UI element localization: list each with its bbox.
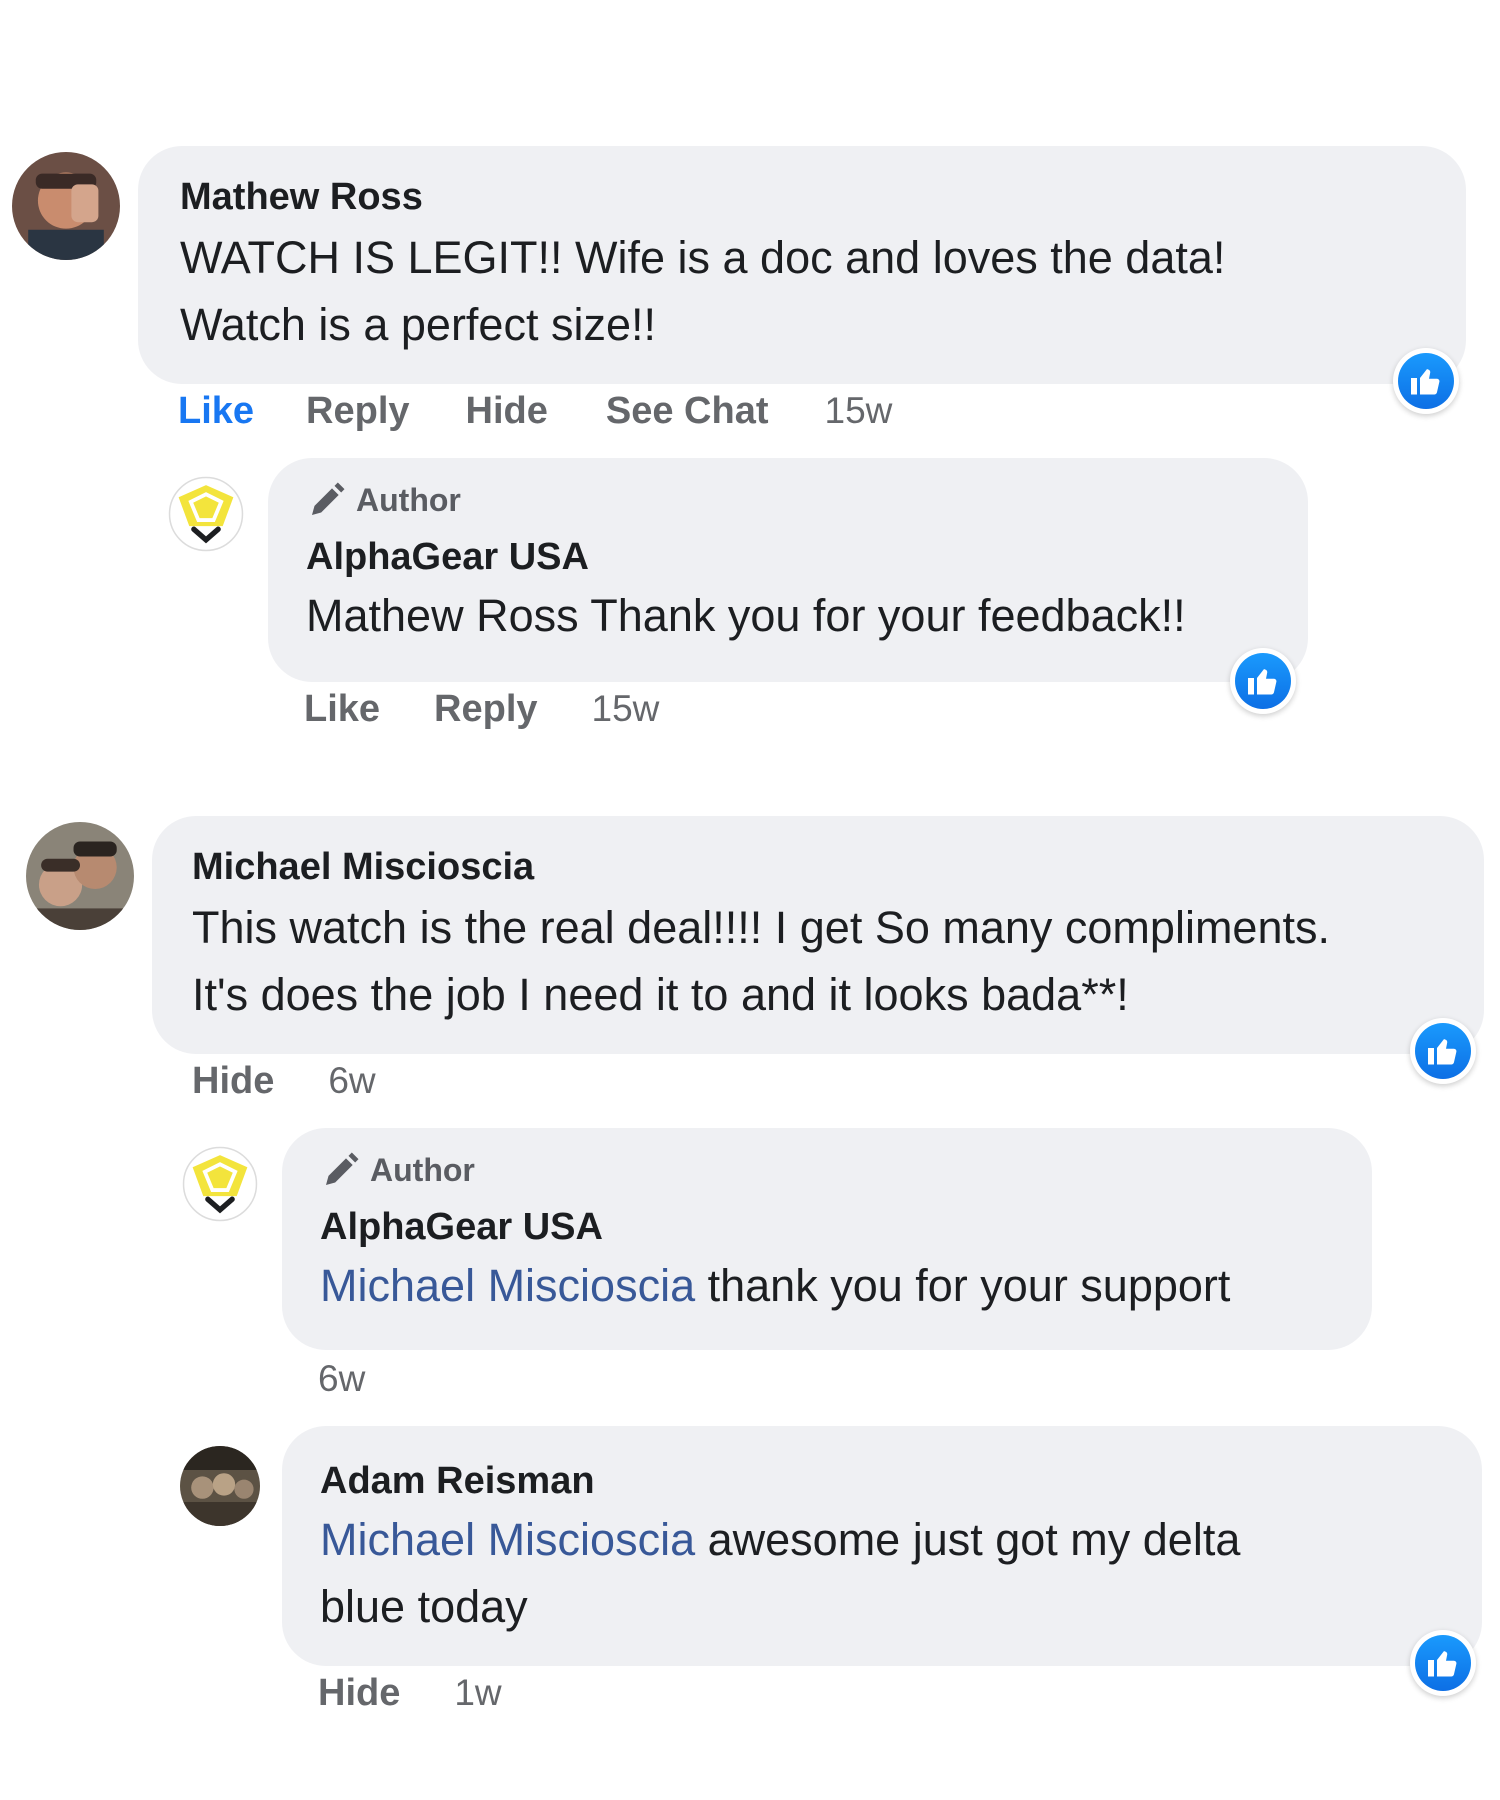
reply-actions: Hide 1w xyxy=(318,1668,502,1718)
reply-author[interactable]: AlphaGear USA xyxy=(306,536,589,579)
reply-text-body: thank you for your support xyxy=(695,1260,1231,1311)
reply-text: Mathew Ross Thank you for your feedback!… xyxy=(306,590,1186,641)
hide-button[interactable]: Hide xyxy=(192,1060,274,1103)
reply-button[interactable]: Reply xyxy=(306,390,409,433)
reply-text-line: blue today xyxy=(320,1581,528,1632)
comment-author[interactable]: Mathew Ross xyxy=(180,176,423,219)
comment-timestamp[interactable]: 6w xyxy=(328,1060,375,1102)
pencil-icon xyxy=(326,1152,359,1185)
comment-bubble-mathew-ross: Mathew Ross WATCH IS LEGIT!! Wife is a d… xyxy=(138,146,1466,384)
reply-button[interactable]: Reply xyxy=(434,688,537,731)
hide-button[interactable]: Hide xyxy=(318,1672,400,1715)
like-reaction-icon[interactable] xyxy=(1230,648,1296,714)
reply-timestamp[interactable]: 6w xyxy=(318,1358,365,1400)
comment-text-line: Watch is a perfect size!! xyxy=(180,299,656,350)
reply-author[interactable]: Adam Reisman xyxy=(320,1460,595,1503)
avatar-michael-miscioscia[interactable] xyxy=(26,822,134,930)
comment-text-line: WATCH IS LEGIT!! Wife is a doc and loves… xyxy=(180,232,1226,283)
author-badge: Author xyxy=(306,480,461,520)
alphagear-logo[interactable] xyxy=(168,476,244,552)
like-reaction-icon[interactable] xyxy=(1393,348,1459,414)
alphagear-logo[interactable] xyxy=(182,1146,258,1222)
comment-author[interactable]: Michael Miscioscia xyxy=(192,846,534,889)
reply-timestamp[interactable]: 15w xyxy=(592,688,660,730)
comment-text-line: It's does the job I need it to and it lo… xyxy=(192,969,1129,1020)
like-button[interactable]: Like xyxy=(178,390,254,433)
avatar-adam-reisman[interactable] xyxy=(180,1446,260,1526)
comment-actions: Hide 6w xyxy=(192,1056,376,1106)
comment-timestamp[interactable]: 15w xyxy=(825,390,893,432)
comment-actions: Like Reply Hide See Chat 15w xyxy=(178,386,892,436)
reply-author[interactable]: AlphaGear USA xyxy=(320,1206,603,1249)
like-reaction-icon[interactable] xyxy=(1410,1630,1476,1696)
see-chat-button[interactable]: See Chat xyxy=(606,390,769,433)
reply-text: Michael Miscioscia thank you for your su… xyxy=(320,1252,1230,1319)
avatar-mathew-ross[interactable] xyxy=(12,152,120,260)
mention-link[interactable]: Michael Miscioscia xyxy=(320,1260,695,1311)
reply-actions: Like Reply 15w xyxy=(304,684,659,734)
reply-actions: 6w xyxy=(318,1354,365,1404)
reply-bubble-adam-reisman: Adam Reisman Michael Miscioscia awesome … xyxy=(282,1426,1482,1666)
reply-timestamp[interactable]: 1w xyxy=(454,1672,501,1714)
author-badge-label: Author xyxy=(370,1151,475,1188)
mention-link[interactable]: Michael Miscioscia xyxy=(320,1514,695,1565)
comment-text-line: This watch is the real deal!!!! I get So… xyxy=(192,902,1330,953)
comment-bubble-michael-miscioscia: Michael Miscioscia This watch is the rea… xyxy=(152,816,1484,1054)
reply-text-line: Michael Miscioscia awesome just got my d… xyxy=(320,1506,1240,1573)
pencil-icon xyxy=(312,482,345,515)
author-badge: Author xyxy=(320,1150,475,1190)
author-badge-label: Author xyxy=(356,481,461,518)
like-reaction-icon[interactable] xyxy=(1410,1018,1476,1084)
hide-button[interactable]: Hide xyxy=(466,390,548,433)
reply-text-body: awesome just got my delta xyxy=(695,1514,1241,1565)
reply-bubble-alphagear: Author AlphaGear USA Michael Miscioscia … xyxy=(282,1128,1372,1350)
like-button[interactable]: Like xyxy=(304,688,380,731)
reply-bubble-alphagear: Author AlphaGear USA Mathew Ross Thank y… xyxy=(268,458,1308,682)
